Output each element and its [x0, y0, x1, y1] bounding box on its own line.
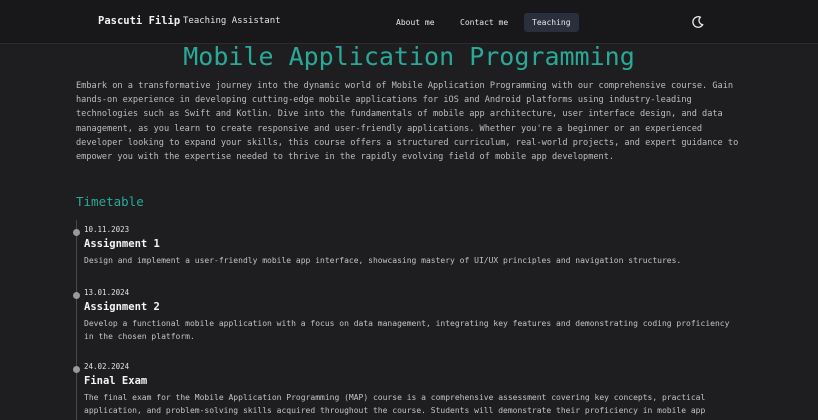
brand-name[interactable]: Pascuti Filip [98, 15, 180, 27]
nav-link-about-me[interactable]: About me [388, 13, 443, 32]
nav-link-contact-me[interactable]: Contact me [452, 13, 516, 32]
timeline-title: Assignment 2 [84, 301, 160, 313]
timeline-dot [73, 229, 80, 236]
nav-link-teaching[interactable]: Teaching [524, 13, 579, 32]
timeline-title: Assignment 1 [84, 238, 160, 250]
page-title: Mobile Application Programming [183, 42, 635, 71]
course-intro: Embark on a transformative journey into … [76, 81, 739, 163]
timeline-title: Final Exam [84, 375, 148, 387]
timeline-date: 24.02.2024 [84, 362, 130, 371]
timeline-description: Develop a functional mobile application … [84, 319, 730, 341]
timeline-date: 10.11.2023 [84, 225, 130, 234]
timeline-date: 13.01.2024 [84, 288, 130, 297]
timeline-description: Design and implement a user-friendly mob… [84, 256, 682, 265]
top-navbar: Pascuti Filip Teaching Assistant About m… [0, 0, 818, 44]
moon-icon[interactable] [690, 14, 706, 30]
timeline-description: The final exam for the Mobile Applicatio… [84, 393, 706, 415]
timeline-dot [73, 366, 80, 373]
brand-subtitle: Teaching Assistant [183, 16, 281, 26]
timeline-line [76, 220, 77, 420]
timeline-dot [73, 292, 80, 299]
timetable-heading: Timetable [76, 194, 144, 209]
